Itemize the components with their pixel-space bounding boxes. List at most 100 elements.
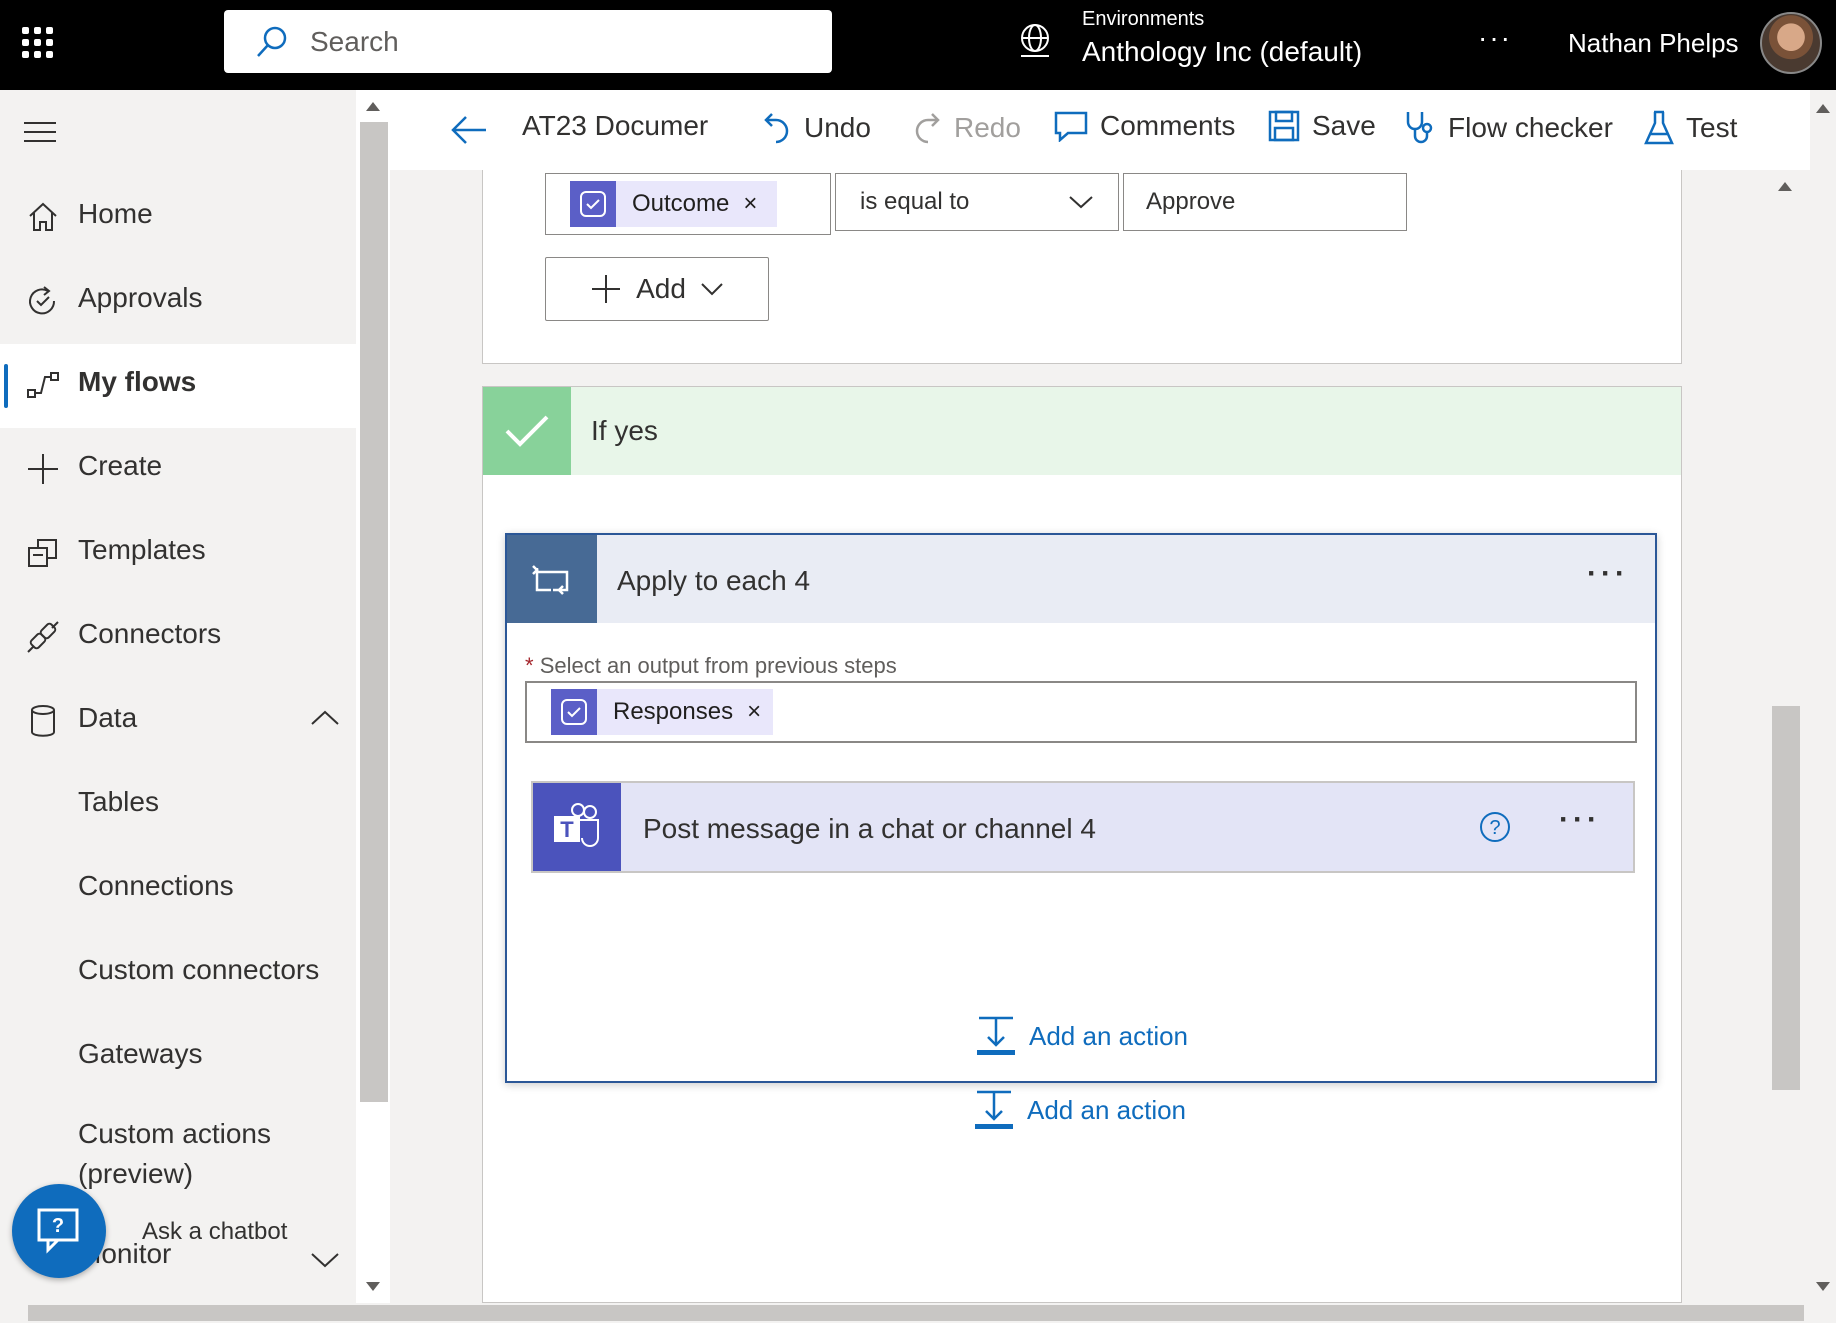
- user-name[interactable]: Nathan Phelps: [1568, 28, 1739, 59]
- sidebar-item-label: Templates: [78, 534, 206, 565]
- test-label: Test: [1686, 112, 1738, 143]
- apply-to-each-card: Apply to each 4 ··· * Select an output f…: [505, 533, 1657, 1083]
- sidebar-item-custom-actions[interactable]: Custom actions (preview): [0, 1100, 356, 1189]
- post-message-action[interactable]: T Post message in a chat or channel 4 ? …: [531, 781, 1635, 873]
- page-scrollbar[interactable]: [1810, 90, 1836, 1303]
- flow-checker-button[interactable]: Flow checker: [1404, 110, 1613, 146]
- undo-button[interactable]: Undo: [762, 110, 871, 146]
- add-label: Add: [636, 273, 686, 304]
- sidebar-item-label: Connectors: [78, 618, 222, 649]
- undo-icon: [764, 113, 789, 144]
- sidebar-item-home[interactable]: Home: [0, 176, 356, 260]
- sidebar-item-connections[interactable]: Connections: [0, 848, 356, 932]
- page-scroll-up-icon[interactable]: [1816, 104, 1830, 113]
- horizontal-scrollbar-thumb[interactable]: [28, 1305, 1804, 1321]
- condition-card: Outcome × is equal to Approve Add: [482, 170, 1682, 364]
- add-action-outer-button[interactable]: Add an action: [973, 1089, 1186, 1131]
- sidebar-item-label: Data: [78, 702, 138, 733]
- hamburger-menu-icon[interactable]: [24, 122, 56, 149]
- flask-icon: [1644, 110, 1674, 145]
- sidebar-scrollbar-thumb[interactable]: [360, 122, 388, 1102]
- canvas-scroll-up-icon[interactable]: [1778, 182, 1792, 191]
- operator-value: is equal to: [860, 188, 970, 215]
- output-select-input[interactable]: Responses ×: [525, 681, 1637, 743]
- condition-operator-select[interactable]: is equal to: [835, 173, 1119, 231]
- sidebar-item-approvals[interactable]: Approvals: [0, 260, 356, 344]
- teams-icon: T: [533, 783, 621, 871]
- condition-value-input[interactable]: Approve: [1123, 173, 1407, 231]
- svg-text:?: ?: [1489, 817, 1500, 839]
- help-icon[interactable]: ?: [1479, 811, 1511, 843]
- sidebar-item-my-flows[interactable]: My flows: [0, 344, 356, 428]
- remove-token-icon[interactable]: ×: [747, 698, 773, 726]
- redo-label: Redo: [954, 112, 1021, 143]
- chevron-down-icon[interactable]: [310, 1250, 340, 1270]
- stethoscope-icon: [1406, 112, 1433, 144]
- home-icon: [29, 202, 57, 231]
- more-options-icon[interactable]: ···: [1478, 22, 1512, 54]
- environment-name[interactable]: Anthology Inc (default): [1082, 36, 1362, 68]
- database-icon: [31, 705, 55, 737]
- post-message-title: Post message in a chat or channel 4: [643, 813, 1096, 844]
- search-placeholder: Search: [310, 25, 399, 57]
- undo-label: Undo: [804, 112, 871, 143]
- add-action-label: Add an action: [1029, 1020, 1189, 1051]
- designer-toolbar: AT23 Documer Undo Redo Comments Save Flo…: [390, 90, 1810, 170]
- flow-name[interactable]: AT23 Documer: [522, 110, 708, 142]
- sidebar-item-custom-connectors[interactable]: Custom connectors: [0, 932, 356, 1016]
- connectors-icon: [27, 621, 59, 653]
- environment-label: Environments: [1082, 8, 1205, 30]
- condition-left-operand[interactable]: Outcome ×: [545, 173, 831, 235]
- scroll-down-arrow-icon[interactable]: [366, 1282, 380, 1291]
- approvals-icon: [570, 181, 616, 227]
- test-button[interactable]: Test: [1644, 110, 1737, 146]
- comment-icon: [1054, 111, 1088, 142]
- more-options-icon[interactable]: ···: [1587, 557, 1629, 591]
- comments-button[interactable]: Comments: [1054, 110, 1235, 142]
- chatbot-button[interactable]: ?: [12, 1184, 106, 1278]
- svg-text:T: T: [560, 817, 574, 842]
- plus-icon: [28, 454, 58, 484]
- outcome-token[interactable]: Outcome ×: [570, 181, 778, 227]
- app-launcher-icon[interactable]: [22, 27, 54, 59]
- flow-checker-label: Flow checker: [1448, 112, 1613, 143]
- save-button[interactable]: Save: [1268, 110, 1376, 142]
- chevron-up-icon[interactable]: [310, 708, 340, 728]
- add-condition-button[interactable]: Add: [545, 257, 769, 321]
- apply-to-each-header[interactable]: Apply to each 4 ···: [507, 535, 1655, 623]
- redo-button[interactable]: Redo: [912, 110, 1021, 146]
- avatar[interactable]: [1760, 12, 1822, 74]
- page-scroll-down-icon[interactable]: [1816, 1282, 1830, 1291]
- add-action-label: Add an action: [1027, 1094, 1187, 1125]
- globe-icon[interactable]: [1018, 22, 1052, 62]
- scroll-up-arrow-icon[interactable]: [366, 102, 380, 111]
- add-action-inner-button[interactable]: Add an action: [975, 1015, 1188, 1057]
- sidebar-item-label: My flows: [78, 366, 197, 397]
- sidebar-item-connectors[interactable]: Connectors: [0, 596, 356, 680]
- comments-label: Comments: [1100, 110, 1236, 141]
- approvals-icon: [29, 286, 56, 315]
- chevron-down-icon: [1069, 196, 1093, 209]
- token-label: Outcome: [632, 190, 730, 217]
- token-label: Responses: [613, 698, 734, 725]
- more-options-icon[interactable]: ···: [1559, 803, 1601, 837]
- remove-token-icon[interactable]: ×: [743, 190, 777, 218]
- save-icon: [1268, 110, 1300, 142]
- sidebar-item-gateways[interactable]: Gateways: [0, 1016, 356, 1100]
- checkmark-icon: [483, 387, 571, 475]
- search-input[interactable]: Search: [224, 10, 832, 73]
- sidebar-item-label: Home: [78, 198, 153, 229]
- if-yes-header[interactable]: If yes: [483, 387, 1681, 475]
- sidebar-item-label: Create: [78, 450, 163, 481]
- plus-icon: [592, 275, 621, 303]
- sidebar-item-data[interactable]: Data: [0, 680, 356, 764]
- canvas-scrollbar-thumb[interactable]: [1772, 706, 1800, 1090]
- save-label: Save: [1312, 110, 1376, 141]
- sidebar-item-create[interactable]: Create: [0, 428, 356, 512]
- add-action-icon: [975, 1090, 1013, 1129]
- sidebar-item-tables[interactable]: Tables: [0, 764, 356, 848]
- sidebar-item-label: Custom actions (preview): [78, 1118, 271, 1189]
- back-arrow-icon[interactable]: [450, 114, 490, 146]
- responses-token[interactable]: Responses ×: [551, 689, 774, 735]
- sidebar-item-templates[interactable]: Templates: [0, 512, 356, 596]
